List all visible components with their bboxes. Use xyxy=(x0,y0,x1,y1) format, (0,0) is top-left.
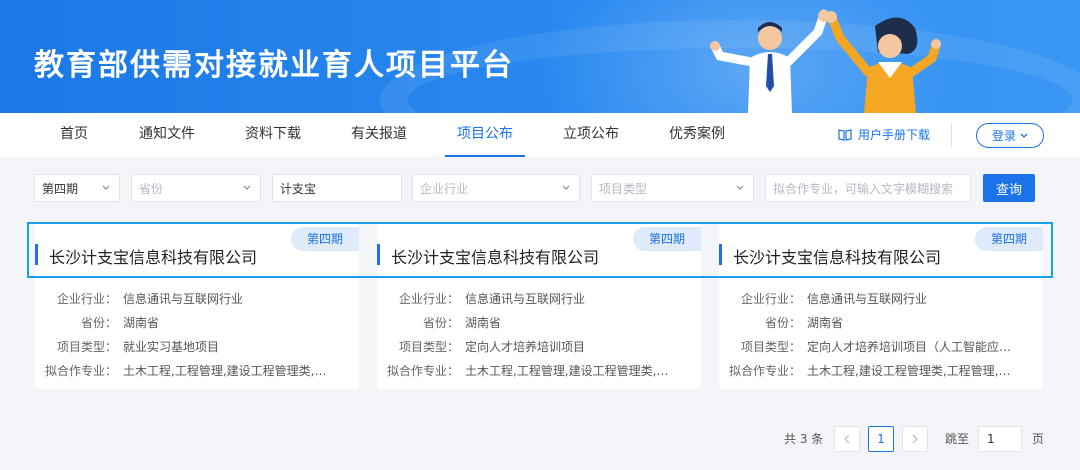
company-input[interactable]: 计支宝 xyxy=(272,174,402,202)
chevron-right-icon xyxy=(912,434,918,444)
site-title: 教育部供需对接就业育人项目平台 xyxy=(34,48,514,83)
nav-reports[interactable]: 有关报道 xyxy=(350,113,408,157)
company-name: 长沙计支宝信息科技有限公司 xyxy=(733,248,942,267)
chevron-down-icon xyxy=(102,185,110,190)
province-label: 省份： xyxy=(422,316,459,330)
type-label: 项目类型： xyxy=(56,340,117,354)
province-value: 湖南省 xyxy=(465,316,502,330)
province-value: 湖南省 xyxy=(123,316,160,330)
industry-value: 信息通讯与互联网行业 xyxy=(123,292,244,306)
type-row: 项目类型： 定向人才培养培训项目（人工智能应用… xyxy=(719,338,1021,355)
major-row: 拟合作专业： 土木工程,建设工程管理类,工程管理,交… xyxy=(719,362,1021,379)
login-label: 登录 xyxy=(991,129,1016,143)
industry-row: 企业行业： 信息通讯与互联网行业 xyxy=(377,290,679,307)
province-row: 省份： 湖南省 xyxy=(719,314,1021,331)
nav-cases[interactable]: 优秀案例 xyxy=(668,113,726,157)
industry-label: 企业行业： xyxy=(398,292,459,306)
project-card[interactable]: 第四期 长沙计支宝信息科技有限公司 企业行业： 信息通讯与互联网行业 省份： 湖南省… xyxy=(35,224,359,389)
login-button[interactable]: 登录 xyxy=(976,123,1044,148)
nav-home[interactable]: 首页 xyxy=(58,113,90,157)
pager-jump-input[interactable]: 1 xyxy=(978,426,1022,452)
major-row: 拟合作专业： 土木工程,工程管理,建设工程管理类,交… xyxy=(377,362,679,379)
pager-prev-button[interactable] xyxy=(834,426,860,452)
card-accent-bar xyxy=(719,244,722,265)
industry-value: 信息通讯与互联网行业 xyxy=(465,292,586,306)
type-value: 定向人才培养培训项目（人工智能应用… xyxy=(807,340,1021,354)
pager-jump-label: 跳至 xyxy=(945,432,970,446)
period-tag: 第四期 xyxy=(633,227,701,251)
pager-page-button[interactable]: 1 xyxy=(868,426,894,452)
major-value: 土木工程,工程管理,建设工程管理类,交… xyxy=(123,364,337,378)
search-button[interactable]: 查询 xyxy=(983,174,1035,202)
project-type-select[interactable]: 项目类型 xyxy=(591,174,754,202)
province-select[interactable]: 省份 xyxy=(131,174,261,202)
chevron-down-icon xyxy=(243,185,251,190)
type-value: 就业实习基地项目 xyxy=(123,340,220,354)
project-card[interactable]: 第四期 长沙计支宝信息科技有限公司 企业行业： 信息通讯与互联网行业 省份： 湖南省… xyxy=(719,224,1043,389)
nav-project-publish[interactable]: 项目公布 xyxy=(445,113,525,157)
industry-label: 企业行业： xyxy=(56,292,117,306)
nav-downloads[interactable]: 资料下载 xyxy=(244,113,302,157)
chevron-left-icon xyxy=(844,434,850,444)
pager-next-button[interactable] xyxy=(902,426,928,452)
industry-select[interactable]: 企业行业 xyxy=(412,174,580,202)
major-row: 拟合作专业： 土木工程,工程管理,建设工程管理类,交… xyxy=(35,362,337,379)
major-label: 拟合作专业： xyxy=(386,364,459,378)
type-label: 项目类型： xyxy=(740,340,801,354)
nav-divider xyxy=(951,123,952,147)
industry-row: 企业行业： 信息通讯与互联网行业 xyxy=(719,290,1021,307)
type-row: 项目类型： 就业实习基地项目 xyxy=(35,338,337,355)
company-name: 长沙计支宝信息科技有限公司 xyxy=(49,248,258,267)
nav-approval-publish[interactable]: 立项公布 xyxy=(562,113,620,157)
period-tag: 第四期 xyxy=(291,227,359,251)
major-value: 土木工程,工程管理,建设工程管理类,交… xyxy=(465,364,679,378)
pager-total: 共 3 条 xyxy=(784,432,824,446)
province-label: 省份： xyxy=(764,316,801,330)
province-row: 省份： 湖南省 xyxy=(35,314,337,331)
major-search-placeholder: 拟合作专业，可输入文字模糊搜索 xyxy=(773,181,954,196)
industry-value: 信息通讯与互联网行业 xyxy=(807,292,928,306)
industry-label: 企业行业： xyxy=(740,292,801,306)
high-five-illustration xyxy=(710,9,941,113)
project-type-select-placeholder: 项目类型 xyxy=(599,181,648,196)
major-search-input[interactable]: 拟合作专业，可输入文字模糊搜索 xyxy=(765,174,971,202)
main-nav: 首页 通知文件 资料下载 有关报道 项目公布 立项公布 优秀案例 用户手册下载 … xyxy=(0,113,1080,157)
province-value: 湖南省 xyxy=(807,316,844,330)
nav-notices[interactable]: 通知文件 xyxy=(138,113,196,157)
type-label: 项目类型： xyxy=(398,340,459,354)
card-accent-bar xyxy=(35,244,38,265)
major-label: 拟合作专业： xyxy=(44,364,117,378)
book-icon xyxy=(838,128,852,141)
chevron-down-icon xyxy=(736,185,744,190)
industry-select-placeholder: 企业行业 xyxy=(420,181,469,196)
period-tag: 第四期 xyxy=(975,227,1043,251)
province-row: 省份： 湖南省 xyxy=(377,314,679,331)
period-select-value: 第四期 xyxy=(42,181,79,196)
type-value: 定向人才培养培训项目 xyxy=(465,340,586,354)
type-row: 项目类型： 定向人才培养培训项目 xyxy=(377,338,679,355)
project-card[interactable]: 第四期 长沙计支宝信息科技有限公司 企业行业： 信息通讯与互联网行业 省份： 湖南省… xyxy=(377,224,701,389)
company-name: 长沙计支宝信息科技有限公司 xyxy=(391,248,600,267)
chevron-down-icon xyxy=(1020,133,1028,138)
manual-download-label: 用户手册下载 xyxy=(858,128,931,142)
manual-download-link[interactable]: 用户手册下载 xyxy=(838,126,930,143)
industry-row: 企业行业： 信息通讯与互联网行业 xyxy=(35,290,337,307)
province-label: 省份： xyxy=(80,316,117,330)
pager-page-unit: 页 xyxy=(1032,432,1045,446)
period-select[interactable]: 第四期 xyxy=(34,174,120,202)
company-input-value: 计支宝 xyxy=(280,181,317,196)
major-label: 拟合作专业： xyxy=(728,364,801,378)
major-value: 土木工程,建设工程管理类,工程管理,交… xyxy=(807,364,1021,378)
chevron-down-icon xyxy=(562,185,570,190)
province-select-placeholder: 省份 xyxy=(139,181,164,196)
card-accent-bar xyxy=(377,244,380,265)
header-banner: 教育部供需对接就业育人项目平台 xyxy=(0,0,1080,113)
